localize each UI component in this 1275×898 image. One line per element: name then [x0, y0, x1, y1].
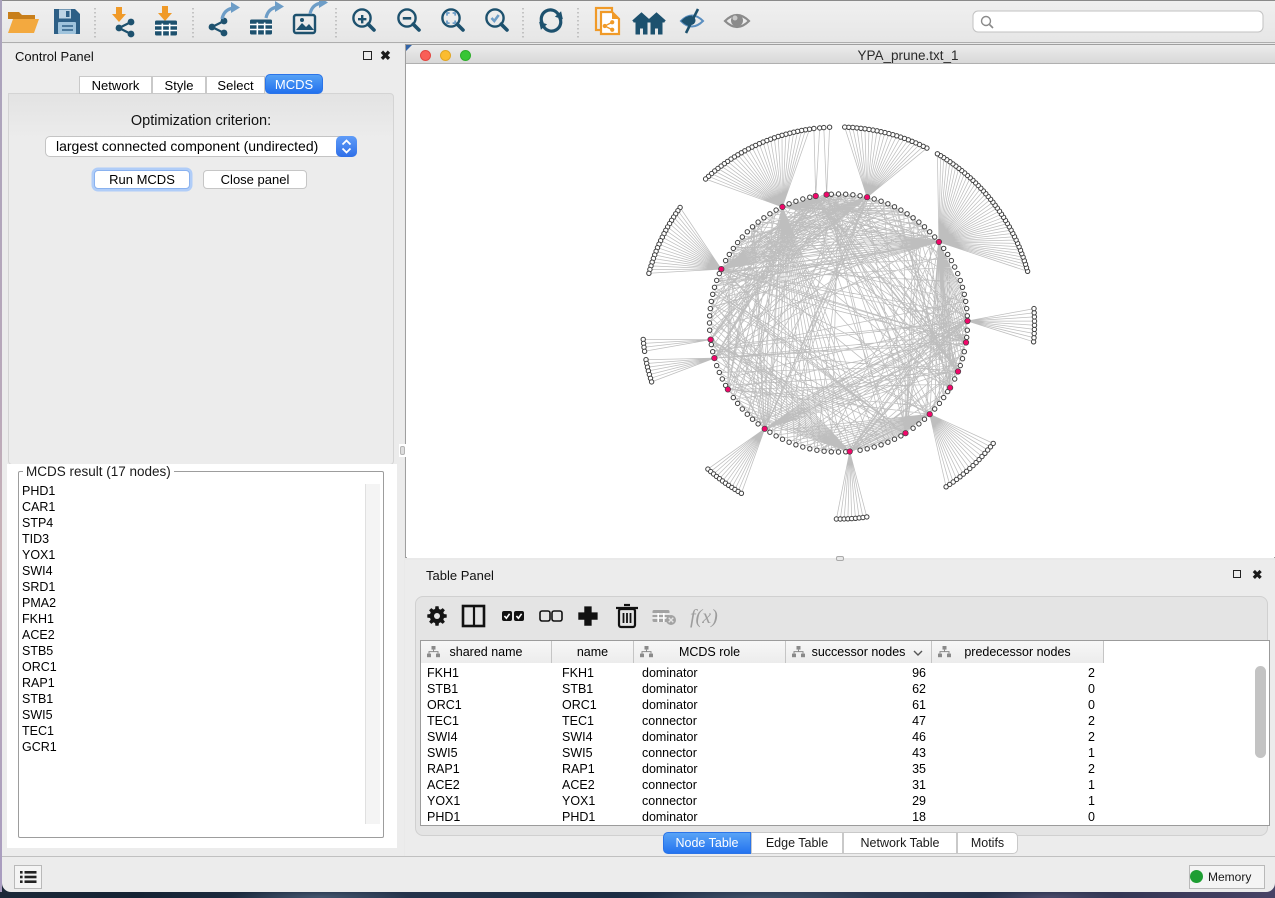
svg-text:f(x): f(x) — [690, 606, 718, 628]
